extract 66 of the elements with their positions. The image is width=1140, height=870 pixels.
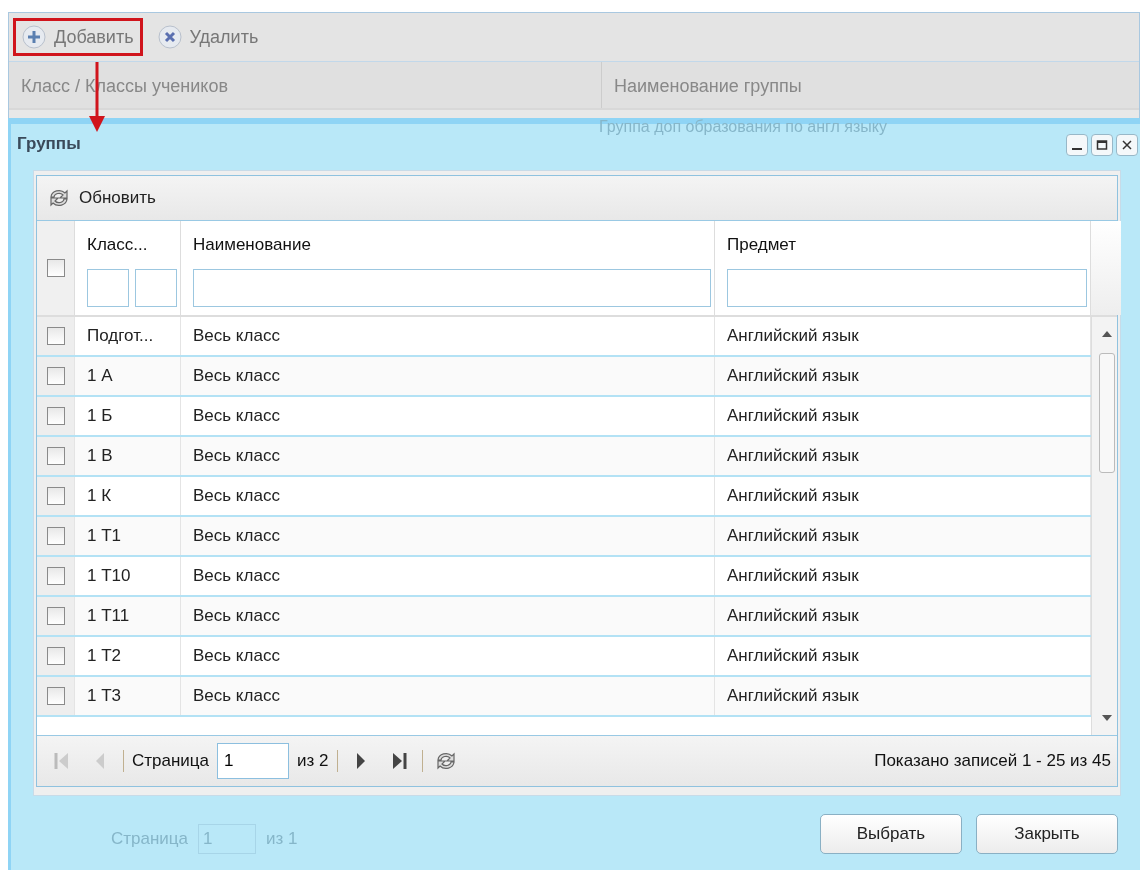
delete-button[interactable]: Удалить	[148, 18, 268, 56]
scrollbar-thumb[interactable]	[1099, 353, 1115, 473]
refresh-button[interactable]: Обновить	[43, 185, 160, 211]
page-field[interactable]: 1	[217, 743, 290, 779]
table-cell: 1 А	[75, 357, 181, 395]
filter-field[interactable]	[193, 269, 711, 307]
maximize-icon	[1096, 139, 1108, 151]
row-checkbox[interactable]	[46, 687, 65, 705]
table-cell: 1 Т10	[75, 557, 181, 595]
previous-icon	[94, 751, 106, 771]
row-checkbox[interactable]	[46, 407, 65, 425]
table-cell: Весь класс	[181, 517, 715, 555]
column-header: Наименование группы	[613, 75, 803, 98]
scroll-down-icon[interactable]	[1102, 715, 1112, 721]
maximize-button[interactable]	[1091, 134, 1113, 156]
table-cell: 1 Т11	[75, 597, 181, 635]
table-cell: Весь класс	[181, 637, 715, 675]
close-icon	[157, 25, 182, 49]
plus-icon	[22, 25, 46, 49]
table-cell: Подгот...	[75, 317, 181, 355]
table-cell: 1 К	[75, 477, 181, 515]
next-icon	[354, 751, 367, 771]
row-checkbox[interactable]	[46, 567, 65, 585]
select-all-checkbox[interactable]	[46, 259, 65, 277]
page-total: из 2	[297, 751, 329, 771]
table-cell: Весь класс	[181, 677, 715, 715]
column-header[interactable]: Класс...	[87, 235, 172, 255]
page-label: Страница	[132, 751, 210, 771]
scrollbar[interactable]	[1091, 317, 1117, 735]
select-button[interactable]: Выбрать	[820, 814, 962, 854]
filter-field[interactable]	[87, 269, 129, 307]
table-cell: Весь класс	[181, 557, 715, 595]
table-cell: Весь класс	[181, 477, 715, 515]
close-dialog-button[interactable]: Закрыть	[976, 814, 1118, 854]
filter-field[interactable]	[727, 269, 1087, 307]
records-summary: Показано записей 1 - 25 из 45	[874, 751, 1111, 771]
row-checkbox[interactable]	[46, 447, 65, 465]
dialog-title: Группы	[17, 134, 81, 154]
table-cell: 1 Т1	[75, 517, 181, 555]
column-header[interactable]: Предмет	[727, 235, 1082, 255]
row-checkbox[interactable]	[46, 487, 65, 505]
row-checkbox[interactable]	[46, 327, 65, 345]
table-cell: Весь класс	[181, 317, 715, 355]
row-checkbox[interactable]	[46, 647, 65, 665]
table-cell: 1 В	[75, 437, 181, 475]
table-cell: Весь класс	[181, 357, 715, 395]
column-header[interactable]: Наименование	[193, 235, 706, 255]
add-button[interactable]: Добавить	[13, 18, 143, 56]
last-page-icon	[390, 751, 407, 771]
scroll-up-icon[interactable]	[1102, 331, 1112, 337]
row-checkbox[interactable]	[46, 367, 65, 385]
filter-field[interactable]	[135, 269, 177, 307]
minimize-icon	[1072, 148, 1082, 150]
table-cell: 1 Б	[75, 397, 181, 435]
refresh-icon	[47, 187, 71, 209]
first-page-icon	[54, 751, 70, 771]
table-cell: Весь класс	[181, 597, 715, 635]
row-checkbox[interactable]	[46, 527, 65, 545]
minimize-button[interactable]	[1066, 134, 1088, 156]
table-cell: 1 Т3	[75, 677, 181, 715]
table-cell: Весь класс	[181, 437, 715, 475]
table-cell: 1 Т2	[75, 637, 181, 675]
row-checkbox[interactable]	[46, 607, 65, 625]
close-button[interactable]	[1116, 134, 1138, 156]
close-icon	[1121, 139, 1133, 151]
table-cell: Весь класс	[181, 397, 715, 435]
